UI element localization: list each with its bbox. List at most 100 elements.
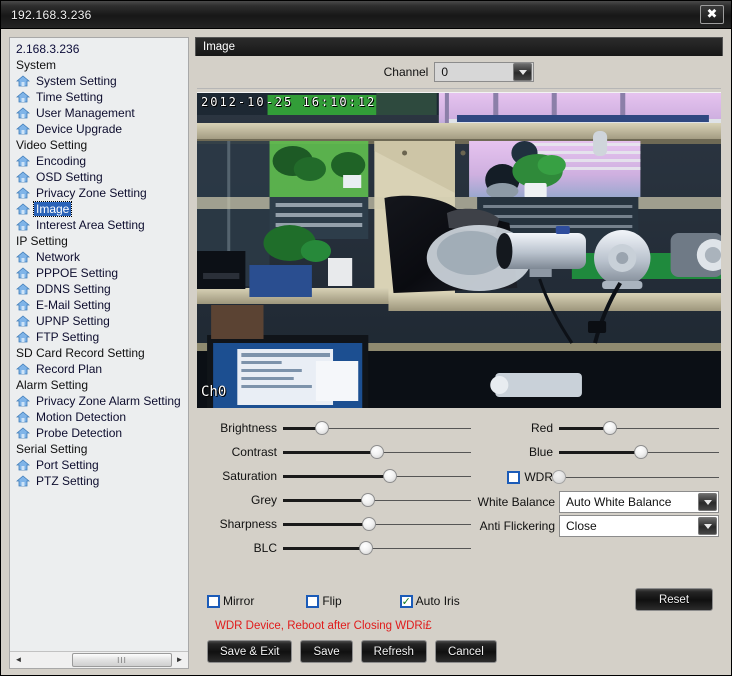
slider-knob[interactable]: [633, 445, 648, 459]
sidebar-item-encoding[interactable]: Encoding: [10, 153, 188, 169]
wdr-slider[interactable]: [552, 467, 719, 487]
scrollbar-track[interactable]: III: [27, 652, 172, 668]
slider-label: Red: [530, 421, 553, 435]
sidebar-item-ddns-setting[interactable]: DDNS Setting: [10, 281, 188, 297]
sidebar-item-label: FTP Setting: [36, 330, 100, 344]
scroll-right-arrow-icon[interactable]: ►: [171, 652, 188, 668]
slider-track: [369, 524, 471, 525]
grey-slider[interactable]: [283, 490, 471, 510]
chevron-down-icon[interactable]: [698, 493, 717, 511]
tree-root-label[interactable]: 2.168.3.236: [10, 41, 188, 57]
checkbox-flip[interactable]: ✓Flip: [306, 594, 342, 608]
anti-flickering-dropdown[interactable]: Close: [559, 515, 719, 537]
sidebar-item-label: Probe Detection: [36, 426, 123, 440]
window-titlebar: 192.168.3.236 ✖: [1, 1, 731, 29]
close-button[interactable]: ✖: [700, 5, 724, 24]
wdr-checkbox[interactable]: ✓: [507, 470, 521, 484]
save-button[interactable]: Save: [300, 640, 353, 663]
tree-group-video-setting: Video Setting: [16, 138, 88, 152]
cancel-button[interactable]: Cancel: [434, 640, 497, 663]
navigation-tree[interactable]: 2.168.3.236 System System Setting Time Sett…: [10, 38, 188, 651]
tree-group-ip-setting: IP Setting: [16, 234, 68, 248]
scroll-left-arrow-icon[interactable]: ◄: [10, 652, 27, 668]
sharpness-slider[interactable]: [283, 514, 471, 534]
slider-knob[interactable]: [360, 493, 375, 507]
save-exit-button[interactable]: Save & Exit: [207, 640, 293, 663]
chevron-down-icon[interactable]: [513, 63, 533, 81]
home-icon: [16, 411, 30, 423]
sidebar-item-ptz-setting[interactable]: PTZ Setting: [10, 473, 188, 489]
slider-row-grey: Grey: [199, 488, 471, 512]
checkbox-box[interactable]: ✓: [399, 594, 413, 608]
checkbox-auto-iris[interactable]: ✓ Auto Iris: [399, 594, 460, 608]
checkbox-mirror[interactable]: ✓Mirror: [207, 594, 254, 608]
action-buttons: Save & Exit Save Refresh Cancel: [207, 640, 719, 663]
sidebar-item-user-management[interactable]: User Management: [10, 105, 188, 121]
wdr-slider-track: [559, 477, 719, 478]
wdr-slider-knob[interactable]: [552, 470, 566, 484]
sidebar-item-system-setting[interactable]: System Setting: [10, 73, 188, 89]
sidebar-item-device-upgrade[interactable]: Device Upgrade: [10, 121, 188, 137]
sidebar-item-privacy-zone-setting[interactable]: Privacy Zone Setting: [10, 185, 188, 201]
slider-track-filled: [283, 547, 366, 550]
sidebar-item-label: Device Upgrade: [36, 122, 123, 136]
checkbox-box[interactable]: ✓: [306, 594, 320, 608]
red-slider[interactable]: [559, 418, 719, 438]
slider-row-sharpness: Sharpness: [199, 512, 471, 536]
checkbox-box[interactable]: ✓: [207, 594, 220, 608]
video-preview[interactable]: 2012-10-25 16:10:12 Ch0: [197, 93, 721, 408]
sidebar-item-e-mail-setting[interactable]: E-Mail Setting: [10, 297, 188, 313]
bottom-area: ✓Mirror✓Flip✓Auto Iris Reset WDR Device,…: [195, 588, 723, 669]
reset-button[interactable]: Reset: [635, 588, 713, 611]
sidebar-item-pppoe-setting[interactable]: PPPOE Setting: [10, 265, 188, 281]
slider-label: BLC: [253, 541, 277, 555]
sidebar-item-interest-area-setting[interactable]: Interest Area Setting: [10, 217, 188, 233]
slider-row-red: Red: [475, 416, 719, 440]
warning-message: WDR Device, Reboot after Closing WDRi£: [215, 620, 432, 632]
blue-slider[interactable]: [559, 442, 719, 462]
sidebar-item-image[interactable]: Image: [10, 201, 188, 217]
sidebar-item-osd-setting[interactable]: OSD Setting: [10, 169, 188, 185]
white-balance-dropdown[interactable]: Auto White Balance: [559, 491, 719, 513]
chevron-down-icon[interactable]: [698, 517, 717, 535]
panel-title: Image: [203, 41, 235, 53]
sidebar-item-ftp-setting[interactable]: FTP Setting: [10, 329, 188, 345]
slider-track-filled: [283, 523, 370, 526]
window-body: 2.168.3.236 System System Setting Time Sett…: [1, 29, 731, 675]
home-icon: [16, 331, 30, 343]
image-controls: Brightness Contrast Saturation Grey Sharpnes…: [195, 408, 723, 588]
slider-label: Sharpness: [219, 517, 277, 531]
channel-dropdown[interactable]: 0: [434, 62, 535, 82]
slider-knob[interactable]: [315, 421, 330, 435]
checkbox-label: Auto Iris: [415, 594, 460, 608]
sidebar-item-upnp-setting[interactable]: UPNP Setting: [10, 313, 188, 329]
contrast-slider[interactable]: [283, 442, 471, 462]
saturation-slider[interactable]: [283, 466, 471, 486]
slider-knob[interactable]: [603, 421, 618, 435]
slider-knob[interactable]: [358, 541, 373, 555]
blc-slider[interactable]: [283, 538, 471, 558]
slider-knob[interactable]: [370, 445, 384, 459]
sidebar-item-time-setting[interactable]: Time Setting: [10, 89, 188, 105]
refresh-button[interactable]: Refresh: [360, 640, 427, 663]
sidebar-item-probe-detection[interactable]: Probe Detection: [10, 425, 188, 441]
home-icon: [16, 171, 30, 183]
sidebar-item-label: UPNP Setting: [36, 314, 110, 328]
checkbox-label: Flip: [322, 594, 342, 608]
sidebar-item-record-plan[interactable]: Record Plan: [10, 361, 188, 377]
sidebar-item-motion-detection[interactable]: Motion Detection: [10, 409, 188, 425]
sidebar-item-privacy-zone-alarm-setting[interactable]: Privacy Zone Alarm Setting: [10, 393, 188, 409]
sidebar-item-port-setting[interactable]: Port Setting: [10, 457, 188, 473]
sidebar-item-network[interactable]: Network: [10, 249, 188, 265]
sidebar-item-label: Time Setting: [36, 90, 103, 104]
anti-flickering-value: Close: [566, 519, 597, 533]
brightness-slider[interactable]: [283, 418, 471, 438]
slider-label: Grey: [250, 493, 277, 507]
slider-track-filled: [283, 451, 377, 454]
slider-knob[interactable]: [362, 517, 377, 531]
slider-knob[interactable]: [383, 469, 398, 483]
sidebar-horizontal-scrollbar[interactable]: ◄ III ►: [10, 651, 188, 668]
slider-label: Blue: [528, 445, 553, 459]
scrollbar-thumb[interactable]: III: [72, 653, 172, 667]
home-icon: [16, 283, 30, 295]
